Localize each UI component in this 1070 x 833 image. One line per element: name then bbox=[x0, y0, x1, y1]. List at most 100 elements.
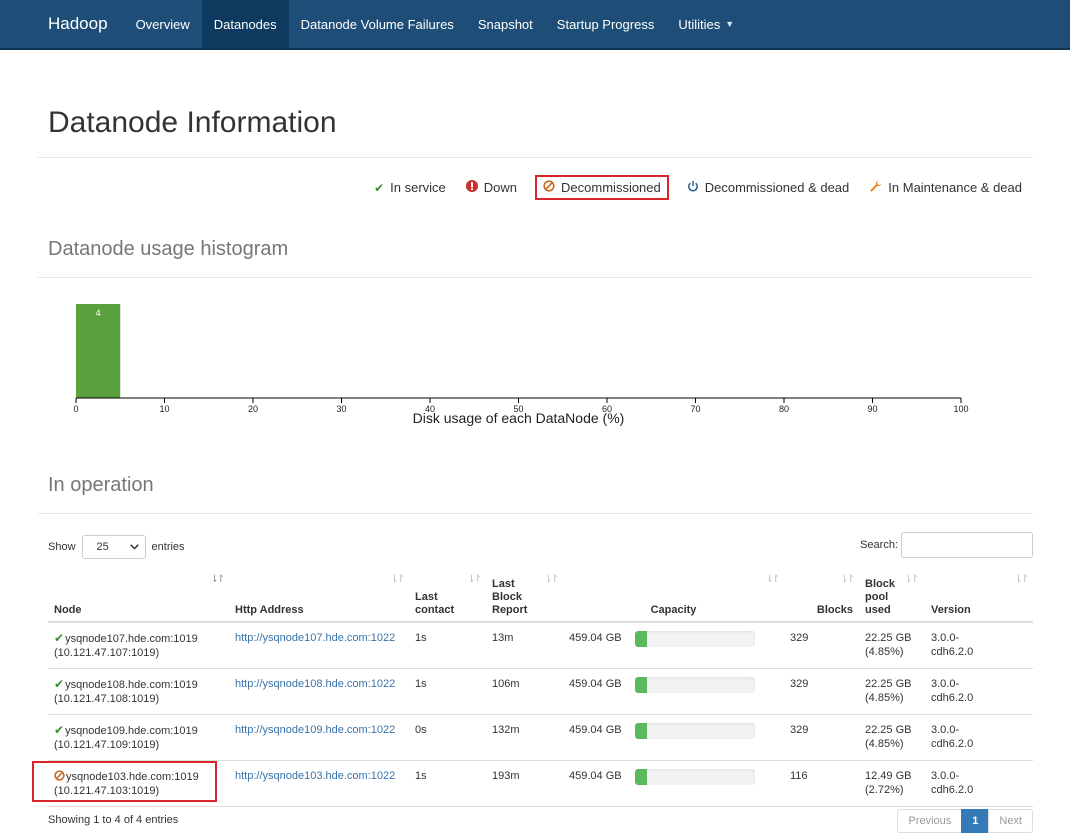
version-line1: 3.0.0- bbox=[931, 770, 960, 782]
th-last-contact[interactable]: ⇂↾ Last contact bbox=[409, 570, 486, 623]
http-cell: http://ysqnode109.hde.com:1022 bbox=[229, 714, 409, 761]
nav-datanode-volume-failures[interactable]: Datanode Volume Failures bbox=[289, 0, 466, 48]
entries-value: 25 bbox=[96, 541, 109, 553]
sort-icon: ⇂↾ bbox=[467, 574, 482, 585]
th-blocks[interactable]: ⇂↾ Blocks bbox=[784, 570, 859, 623]
nav-overview[interactable]: Overview bbox=[124, 0, 202, 48]
block-pool-used: 22.25 GB (4.85%) bbox=[859, 622, 925, 669]
table-info: Showing 1 to 4 of 4 entries bbox=[48, 814, 179, 826]
node-ip: (10.121.47.103:1019) bbox=[54, 785, 160, 797]
http-cell: http://ysqnode108.hde.com:1022 bbox=[229, 668, 409, 715]
node-ip: (10.121.47.109:1019) bbox=[54, 739, 160, 751]
th-block-pool-used[interactable]: ⇂↾ Block pool used bbox=[859, 570, 925, 623]
legend-decommissioned-dead: Decommissioned & dead bbox=[687, 180, 850, 195]
bp-pct: (2.72%) bbox=[865, 784, 904, 796]
th-node[interactable]: ⇂↾ Node bbox=[48, 570, 229, 623]
entries-select[interactable]: 25 bbox=[81, 535, 146, 559]
search-control: Search: bbox=[860, 532, 1033, 558]
legend-label: Decommissioned & dead bbox=[704, 180, 850, 195]
th-label: Http Address bbox=[235, 604, 304, 616]
th-capacity[interactable]: ⇂↾ Capacity bbox=[563, 570, 784, 623]
last-block-report: 13m bbox=[486, 622, 563, 669]
usage-histogram: 40 10 20 30 40 50 60 70 80 90 100Disk usage of eac… bbox=[73, 304, 969, 426]
histogram-bar-label: 4 bbox=[96, 308, 101, 318]
brand-link[interactable]: Hadoop bbox=[0, 0, 124, 48]
sort-icon: ⇂↾ bbox=[1014, 574, 1029, 585]
last-contact: 1s bbox=[409, 760, 486, 807]
page-title: Datanode Information bbox=[48, 106, 337, 139]
th-last-block-report[interactable]: ⇂↾ Last Block Report bbox=[486, 570, 563, 623]
search-label: Search: bbox=[860, 539, 898, 551]
wrench-icon bbox=[869, 180, 882, 196]
show-label: Show bbox=[48, 541, 76, 553]
check-icon: ✔ bbox=[374, 180, 385, 195]
caret-down-icon: ▼ bbox=[725, 19, 735, 29]
version-line1: 3.0.0- bbox=[931, 678, 960, 690]
block-pool-used: 22.25 GB (4.85%) bbox=[859, 714, 925, 761]
capacity-cell: 459.04 GB bbox=[563, 760, 784, 807]
table-header-row: ⇂↾ Node ⇂↾ Http Address ⇂↾ Last contact ⇂↾ L… bbox=[48, 570, 1033, 623]
entries-label: entries bbox=[151, 541, 185, 553]
sort-icon: ⇂↾ bbox=[544, 574, 559, 585]
http-address-link[interactable]: http://ysqnode108.hde.com:1022 bbox=[235, 678, 395, 690]
bp-used: 12.49 GB bbox=[865, 770, 912, 782]
nav-snapshot[interactable]: Snapshot bbox=[466, 0, 545, 48]
version: 3.0.0- cdh6.2.0 bbox=[925, 714, 1033, 761]
nav-utilities-label: Utilities bbox=[678, 16, 721, 32]
next-button[interactable]: Next bbox=[988, 809, 1033, 833]
check-icon: ✔ bbox=[54, 677, 65, 691]
x-tick-label: 10 bbox=[159, 404, 169, 414]
version-line2: cdh6.2.0 bbox=[931, 784, 974, 796]
power-icon bbox=[687, 180, 699, 195]
exclamation-circle-icon bbox=[465, 180, 478, 195]
page-1-button[interactable]: 1 bbox=[961, 809, 990, 833]
last-block-report: 193m bbox=[486, 760, 563, 807]
bp-pct: (4.85%) bbox=[865, 646, 904, 658]
version-line2: cdh6.2.0 bbox=[931, 692, 974, 704]
version: 3.0.0- cdh6.2.0 bbox=[925, 622, 1033, 669]
http-address-link[interactable]: http://ysqnode109.hde.com:1022 bbox=[235, 724, 395, 736]
last-contact: 0s bbox=[409, 714, 486, 761]
th-version[interactable]: ⇂↾ Version bbox=[925, 570, 1033, 623]
version: 3.0.0- cdh6.2.0 bbox=[925, 760, 1033, 807]
sort-icon: ⇂↾ bbox=[765, 574, 780, 585]
table-row: ✔ysqnode109.hde.com:1019 (10.121.47.109:1… bbox=[48, 714, 1033, 761]
block-pool-used: 12.49 GB (2.72%) bbox=[859, 760, 925, 807]
usage-bar-fill bbox=[635, 723, 647, 739]
usage-bar-fill bbox=[635, 769, 647, 785]
show-entries-control: Show 25 entries bbox=[48, 535, 185, 559]
previous-button[interactable]: Previous bbox=[897, 809, 963, 833]
sort-asc-icon: ⇂↾ bbox=[210, 574, 225, 585]
capacity-value: 459.04 GB bbox=[569, 724, 622, 736]
usage-bar-fill bbox=[635, 631, 647, 647]
node-name: ysqnode109.hde.com:1019 bbox=[65, 725, 198, 737]
x-tick-label: 90 bbox=[867, 404, 877, 414]
table-row: ✔ysqnode108.hde.com:1019 (10.121.47.108:1… bbox=[48, 668, 1033, 715]
search-input[interactable] bbox=[901, 532, 1033, 558]
version: 3.0.0- cdh6.2.0 bbox=[925, 668, 1033, 715]
sort-icon: ⇂↾ bbox=[840, 574, 855, 585]
nav-datanodes[interactable]: Datanodes bbox=[201, 0, 289, 48]
sort-icon: ⇂↾ bbox=[390, 574, 405, 585]
http-address-link[interactable]: http://ysqnode107.hde.com:1022 bbox=[235, 632, 395, 644]
node-ip: (10.121.47.108:1019) bbox=[54, 693, 160, 705]
nav-utilities-dropdown[interactable]: Utilities ▼ bbox=[666, 0, 746, 48]
capacity-value: 459.04 GB bbox=[569, 770, 622, 782]
usage-bar-fill bbox=[635, 677, 647, 693]
pagination: Previous 1 Next bbox=[897, 809, 1033, 833]
bp-used: 22.25 GB bbox=[865, 724, 912, 736]
divider bbox=[38, 277, 1033, 278]
legend-maintenance-dead: In Maintenance & dead bbox=[869, 180, 1022, 196]
legend-label: In Maintenance & dead bbox=[888, 180, 1022, 195]
http-cell: http://ysqnode107.hde.com:1022 bbox=[229, 622, 409, 669]
capacity-value: 459.04 GB bbox=[569, 678, 622, 690]
bp-pct: (4.85%) bbox=[865, 692, 904, 704]
ban-icon bbox=[543, 180, 555, 195]
divider bbox=[38, 157, 1033, 158]
x-tick-label: 30 bbox=[336, 404, 346, 414]
nav-startup-progress[interactable]: Startup Progress bbox=[545, 0, 667, 48]
th-label: Capacity bbox=[650, 604, 697, 616]
th-http-address[interactable]: ⇂↾ Http Address bbox=[229, 570, 409, 623]
http-address-link[interactable]: http://ysqnode103.hde.com:1022 bbox=[235, 770, 395, 782]
table-row: ✔ysqnode107.hde.com:1019 (10.121.47.107:1… bbox=[48, 622, 1033, 669]
